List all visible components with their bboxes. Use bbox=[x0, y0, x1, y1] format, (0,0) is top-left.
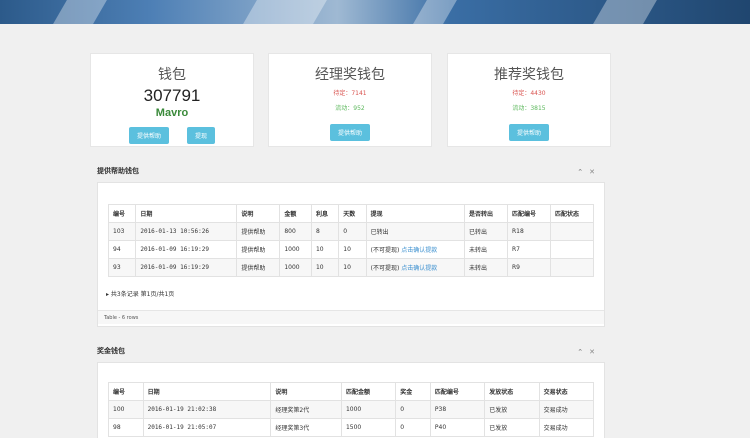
table-row: 94 2016-01-09 16:19:29 提供帮助 1000 10 10 (… bbox=[107, 240, 595, 259]
help-panel-title: 提供帮助钱包 bbox=[97, 167, 139, 175]
manager-pending: 待定：7141 bbox=[333, 90, 367, 97]
wallet-amount: 307791 bbox=[143, 86, 201, 105]
chevron-up-icon[interactable]: ⌃ bbox=[577, 348, 589, 356]
wallet-withdraw-button[interactable]: 提现 bbox=[187, 127, 216, 144]
chevron-up-icon[interactable]: ⌃ bbox=[577, 168, 589, 176]
referral-wallet-card: 推荐奖钱包 待定：4430 流动：3815 提供帮助 bbox=[447, 53, 611, 147]
col-out: 是否转出 bbox=[464, 204, 509, 223]
manager-help-button[interactable]: 提供帮助 bbox=[329, 124, 370, 141]
table-footer: Table - 6 rows bbox=[98, 310, 604, 324]
col-match-status: 匹配状态 bbox=[549, 204, 595, 223]
referral-flow: 流动：3815 bbox=[512, 105, 546, 112]
col-interest: 利息 bbox=[310, 204, 340, 223]
col-id: 编号 bbox=[107, 204, 137, 223]
table-row: 100 2016-01-19 21:02:38 经理奖第2代 1000 0 P3… bbox=[108, 400, 595, 419]
referral-help-button[interactable]: 提供帮助 bbox=[508, 124, 549, 141]
close-icon[interactable]: ✕ bbox=[589, 168, 601, 176]
wallet-currency: Mavro bbox=[155, 107, 189, 119]
col-withdraw: 提现 bbox=[365, 204, 466, 223]
table-header-row: 编号 日期 说明 金额 利息 天数 提现 是否转出 匹配编号 匹配状态 bbox=[107, 204, 595, 223]
referral-pending: 待定：4430 bbox=[512, 90, 546, 97]
table-row: 98 2016-01-19 21:05:07 经理奖第3代 1500 0 P40… bbox=[108, 418, 595, 437]
bonus-table: 编号 日期 说明 匹配金额 奖金 匹配编号 发放状态 交易状态 100 2016… bbox=[108, 382, 595, 437]
manager-flow: 流动：952 bbox=[335, 105, 365, 112]
help-table: 编号 日期 说明 金额 利息 天数 提现 是否转出 匹配编号 匹配状态 103 … bbox=[107, 204, 595, 277]
help-panel-header: 提供帮助钱包 ⌃✕ bbox=[97, 166, 605, 182]
bonus-panel: 编号 日期 说明 匹配金额 奖金 匹配编号 发放状态 交易状态 100 2016… bbox=[97, 362, 605, 438]
pagination-info: ▸ 共3条记录 第1页/共1页 bbox=[106, 291, 175, 298]
manager-wallet-title: 经理奖钱包 bbox=[315, 67, 385, 83]
close-icon[interactable]: ✕ bbox=[589, 348, 601, 356]
col-match-no: 匹配编号 bbox=[507, 204, 551, 223]
bonus-panel-header: 奖金钱包 ⌃✕ bbox=[97, 346, 605, 362]
wallet-card: 钱包 307791 Mavro 提供帮助 提现 bbox=[90, 53, 254, 147]
confirm-withdraw-link[interactable]: 点击确认提款 bbox=[401, 247, 437, 254]
manager-wallet-card: 经理奖钱包 待定：7141 流动：952 提供帮助 bbox=[268, 53, 432, 147]
confirm-withdraw-link[interactable]: 点击确认提款 bbox=[401, 265, 437, 272]
bonus-panel-title: 奖金钱包 bbox=[97, 347, 125, 355]
col-date: 日期 bbox=[135, 204, 238, 223]
col-days: 天数 bbox=[338, 204, 367, 223]
referral-wallet-title: 推荐奖钱包 bbox=[494, 67, 564, 83]
wallet-title: 钱包 bbox=[158, 67, 186, 83]
table-row: 103 2016-01-13 10:56:26 提供帮助 800 8 0 已转出… bbox=[107, 222, 595, 241]
table-header-row: 编号 日期 说明 匹配金额 奖金 匹配编号 发放状态 交易状态 bbox=[108, 382, 595, 401]
col-desc: 说明 bbox=[236, 204, 281, 223]
wallet-help-button[interactable]: 提供帮助 bbox=[128, 127, 169, 144]
help-panel: 编号 日期 说明 金额 利息 天数 提现 是否转出 匹配编号 匹配状态 103 … bbox=[97, 182, 605, 327]
col-amount: 金额 bbox=[279, 204, 312, 223]
header-banner bbox=[0, 0, 750, 24]
table-row: 93 2016-01-09 16:19:29 提供帮助 1000 10 10 (… bbox=[107, 258, 595, 277]
